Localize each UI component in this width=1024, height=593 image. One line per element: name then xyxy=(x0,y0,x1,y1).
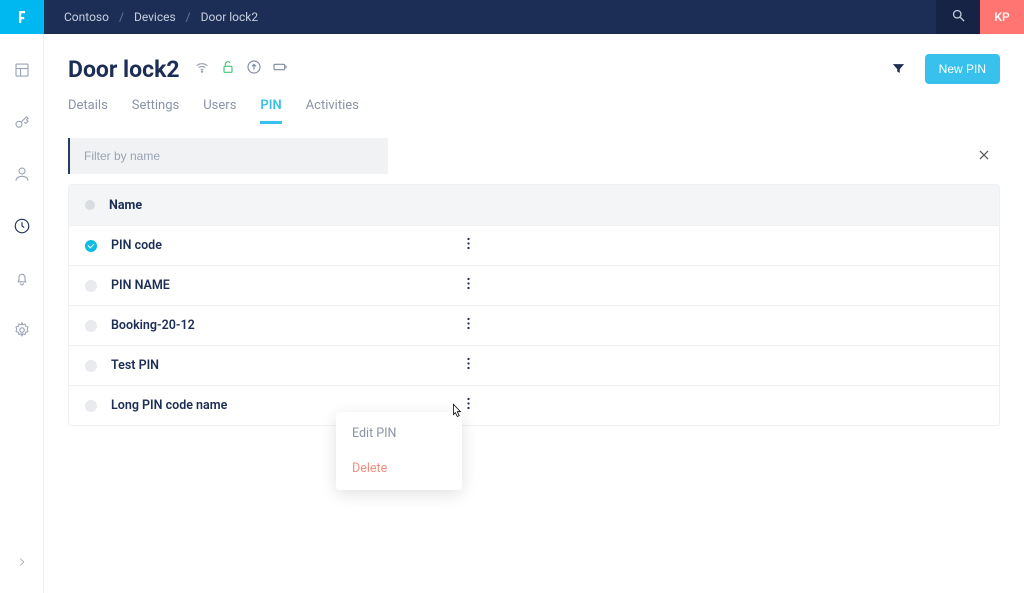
column-name-header: Name xyxy=(109,198,142,213)
row-menu-button[interactable] xyxy=(456,234,480,258)
row-status-dot xyxy=(85,240,97,252)
breadcrumb: Contoso / Devices / Door lock2 xyxy=(44,10,258,24)
sidebar-item-devices[interactable] xyxy=(0,214,44,242)
filter-input[interactable] xyxy=(68,138,388,174)
more-vertical-icon xyxy=(467,317,470,334)
main-content: Door lock2 New PIN Details Settings User… xyxy=(44,34,1024,593)
more-vertical-icon xyxy=(467,397,470,414)
search-button[interactable] xyxy=(936,0,980,34)
battery-icon xyxy=(272,59,288,79)
tab-pin[interactable]: PIN xyxy=(260,98,281,124)
row-status-dot xyxy=(85,400,97,412)
breadcrumb-org[interactable]: Contoso xyxy=(64,10,109,24)
more-vertical-icon xyxy=(467,357,470,374)
breadcrumb-section[interactable]: Devices xyxy=(134,10,176,24)
sidebar-expand[interactable] xyxy=(0,549,44,577)
table-row[interactable]: Long PIN code name xyxy=(69,385,999,425)
filter-icon xyxy=(891,61,906,80)
user-icon xyxy=(13,165,31,187)
clock-icon xyxy=(13,217,31,239)
sidebar-item-dashboard[interactable] xyxy=(0,58,44,86)
app-logo[interactable] xyxy=(0,0,44,34)
dropdown-delete[interactable]: Delete xyxy=(336,451,462,486)
page-header: Door lock2 New PIN xyxy=(68,54,1000,84)
key-icon xyxy=(13,113,31,135)
row-name-label: Booking-20-12 xyxy=(111,318,195,333)
row-status-dot xyxy=(85,320,97,332)
chevron-right-icon xyxy=(15,554,29,573)
row-status-dot xyxy=(85,360,97,372)
more-vertical-icon xyxy=(467,277,470,294)
tab-settings[interactable]: Settings xyxy=(132,98,179,124)
tab-activities[interactable]: Activities xyxy=(306,98,359,124)
dashboard-icon xyxy=(13,61,31,83)
table-row[interactable]: Booking-20-12 xyxy=(69,305,999,345)
upload-icon xyxy=(246,59,262,79)
pin-table: Name PIN code PIN NAME Booking-20-12 Tes… xyxy=(68,184,1000,426)
search-icon xyxy=(951,8,966,26)
breadcrumb-sep: / xyxy=(119,10,124,24)
avatar[interactable]: KP xyxy=(980,0,1024,34)
page-title: Door lock2 xyxy=(68,56,180,83)
tab-users[interactable]: Users xyxy=(203,98,236,124)
row-name-label: Long PIN code name xyxy=(111,398,227,413)
new-pin-button[interactable]: New PIN xyxy=(925,54,1000,84)
wifi-icon xyxy=(194,59,210,79)
tab-details[interactable]: Details xyxy=(68,98,108,124)
filter-row xyxy=(68,138,1000,174)
row-menu-dropdown: Edit PIN Delete xyxy=(336,412,462,490)
breadcrumb-device[interactable]: Door lock2 xyxy=(201,10,258,24)
close-icon xyxy=(977,147,991,166)
row-status-dot xyxy=(85,280,97,292)
bell-icon xyxy=(13,269,31,291)
gear-icon xyxy=(13,321,31,343)
row-name-label: Test PIN xyxy=(111,358,159,373)
more-vertical-icon xyxy=(467,237,470,254)
close-filter-button[interactable] xyxy=(968,140,1000,172)
sidebar xyxy=(0,34,44,593)
sidebar-item-users[interactable] xyxy=(0,162,44,190)
row-menu-button[interactable] xyxy=(456,354,480,378)
dropdown-edit-pin[interactable]: Edit PIN xyxy=(336,416,462,451)
device-status-icons xyxy=(194,59,288,79)
row-name-label: PIN code xyxy=(111,238,162,253)
sidebar-item-access[interactable] xyxy=(0,110,44,138)
tabs: Details Settings Users PIN Activities xyxy=(68,98,1000,124)
filter-toggle[interactable] xyxy=(891,61,907,77)
table-row[interactable]: PIN NAME xyxy=(69,265,999,305)
sidebar-item-settings[interactable] xyxy=(0,318,44,346)
table-row[interactable]: PIN code xyxy=(69,225,999,265)
lock-open-icon xyxy=(220,59,236,79)
row-name-label: PIN NAME xyxy=(111,278,170,293)
table-row[interactable]: Test PIN xyxy=(69,345,999,385)
header-status-dot xyxy=(85,200,95,210)
sidebar-item-notifications[interactable] xyxy=(0,266,44,294)
row-menu-button[interactable] xyxy=(456,314,480,338)
row-menu-button[interactable] xyxy=(456,274,480,298)
top-bar: Contoso / Devices / Door lock2 KP xyxy=(44,0,1024,34)
table-header: Name xyxy=(69,185,999,225)
breadcrumb-sep: / xyxy=(186,10,191,24)
